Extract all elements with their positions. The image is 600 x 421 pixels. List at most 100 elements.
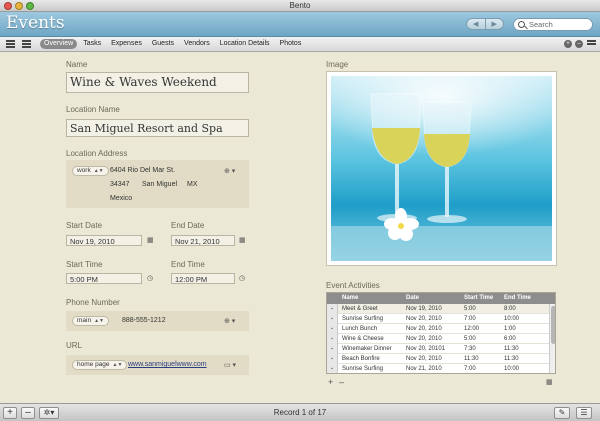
table-cell[interactable]: 11:30 bbox=[504, 346, 519, 352]
table-cell[interactable]: 7:30 bbox=[464, 346, 476, 352]
url-type-popup[interactable]: home page ▲▼ bbox=[72, 360, 128, 370]
table-cell[interactable]: Nov 20, 2010 bbox=[406, 356, 442, 362]
table-cell[interactable]: Nov 20, 20101 bbox=[406, 346, 445, 352]
add-form-icon[interactable]: + bbox=[564, 40, 572, 48]
table-cell[interactable]: 10:00 bbox=[504, 366, 519, 372]
table-cell[interactable]: Nov 21, 2010 bbox=[406, 366, 442, 372]
calendar-icon[interactable]: ▦ bbox=[239, 236, 246, 244]
edit-form-button[interactable]: ✎ bbox=[554, 407, 570, 419]
view-toggle-button[interactable]: ☰ bbox=[576, 407, 592, 419]
phone-options-icon[interactable]: ⊕ ▾ bbox=[224, 317, 235, 325]
table-cell[interactable]: 11:30 bbox=[464, 356, 479, 362]
table-cell[interactable]: Nov 19, 2010 bbox=[406, 306, 442, 312]
phone-type-label: main bbox=[77, 317, 92, 324]
table-cell[interactable]: Nov 20, 2010 bbox=[406, 316, 442, 322]
end-time-field[interactable]: 12:00 PM bbox=[171, 273, 235, 284]
record-counter: Record 1 of 17 bbox=[273, 408, 327, 417]
record-navigation: ◀ ▶ bbox=[466, 18, 504, 30]
start-date-label: Start Date bbox=[66, 221, 103, 230]
row-handle-icon[interactable]: ▪ bbox=[327, 304, 338, 314]
start-date-field[interactable]: Nov 19, 2010 bbox=[66, 235, 142, 246]
image-field[interactable] bbox=[326, 71, 557, 266]
table-cell[interactable]: Sunrise Surfing bbox=[342, 316, 383, 322]
table-row[interactable]: ▪ Meet & Greet Nov 19, 2010 5:00 8:00 bbox=[327, 304, 549, 314]
table-cell[interactable]: 1:00 bbox=[504, 326, 516, 332]
map-icon[interactable]: ⊕ ▾ bbox=[224, 167, 235, 175]
url-type-label: home page bbox=[77, 361, 110, 368]
table-cell[interactable]: 12:00 bbox=[464, 326, 479, 332]
form-options-icon[interactable] bbox=[587, 40, 596, 48]
clock-icon[interactable]: ◷ bbox=[147, 274, 153, 282]
end-date-field[interactable]: Nov 21, 2010 bbox=[171, 235, 235, 246]
table-cell[interactable]: 5:00 bbox=[464, 336, 476, 342]
table-cell[interactable]: 6:00 bbox=[504, 336, 516, 342]
address-zip: 34347 bbox=[110, 181, 130, 188]
table-options-icon[interactable]: ▦ bbox=[546, 378, 553, 386]
list-view-icon[interactable] bbox=[6, 40, 15, 48]
table-cell[interactable]: Lunch Bunch bbox=[342, 326, 377, 332]
tab-overview[interactable]: Overview bbox=[40, 39, 78, 49]
table-cell[interactable]: 7:00 bbox=[464, 316, 476, 322]
location-address-label: Location Address bbox=[66, 149, 128, 158]
previous-record-button[interactable]: ◀ bbox=[467, 19, 485, 29]
remove-row-icon[interactable]: – bbox=[339, 377, 344, 387]
table-cell[interactable]: 7:00 bbox=[464, 366, 476, 372]
tab-tasks[interactable]: Tasks bbox=[79, 39, 105, 49]
remove-form-icon[interactable]: – bbox=[575, 40, 583, 48]
url-options-icon[interactable]: ▭ ▾ bbox=[224, 361, 236, 369]
name-field[interactable]: Wine & Waves Weekend bbox=[66, 72, 249, 93]
event-activities-table[interactable]: Name Date Start Time End Time ▪ Meet & Gr… bbox=[326, 292, 556, 374]
address-type-popup[interactable]: work ▲▼ bbox=[72, 166, 109, 176]
table-cell[interactable]: Winemaker Dinner bbox=[342, 346, 392, 352]
column-header-start-time[interactable]: Start Time bbox=[464, 295, 493, 301]
table-cell[interactable]: 5:00 bbox=[464, 306, 476, 312]
table-cell[interactable]: 10:00 bbox=[504, 316, 519, 322]
table-cell[interactable]: Nov 20, 2010 bbox=[406, 336, 442, 342]
table-row[interactable]: ▪ Beach Bonfire Nov 20, 2010 11:30 11:30 bbox=[327, 354, 549, 364]
search-input[interactable]: Search bbox=[513, 18, 593, 31]
tab-location-details[interactable]: Location Details bbox=[216, 39, 274, 49]
row-handle-icon[interactable]: ▪ bbox=[327, 354, 338, 364]
calendar-icon[interactable]: ▦ bbox=[147, 236, 154, 244]
table-cell[interactable]: 8:00 bbox=[504, 306, 516, 312]
table-cell[interactable]: Meet & Greet bbox=[342, 306, 378, 312]
clock-icon[interactable]: ◷ bbox=[239, 274, 245, 282]
tab-guests[interactable]: Guests bbox=[148, 39, 178, 49]
table-view-icon[interactable] bbox=[22, 40, 31, 48]
table-cell[interactable]: Sunrise Surfing bbox=[342, 366, 383, 372]
table-scrollbar[interactable] bbox=[549, 304, 555, 373]
add-row-icon[interactable]: + bbox=[328, 377, 333, 387]
next-record-button[interactable]: ▶ bbox=[484, 19, 504, 29]
row-handle-icon[interactable]: ▪ bbox=[327, 364, 338, 373]
row-handle-icon[interactable]: ▪ bbox=[327, 314, 338, 324]
address-country: Mexico bbox=[110, 195, 133, 202]
table-row[interactable]: ▪ Sunrise Surfing Nov 20, 2010 7:00 10:00 bbox=[327, 314, 549, 324]
search-icon bbox=[518, 21, 525, 28]
address-state: MX bbox=[187, 181, 198, 188]
scrollbar-thumb[interactable] bbox=[551, 306, 555, 344]
url-label: URL bbox=[66, 341, 83, 350]
row-handle-icon[interactable]: ▪ bbox=[327, 324, 338, 334]
table-row[interactable]: ▪ Winemaker Dinner Nov 20, 20101 7:30 11:30 bbox=[327, 344, 549, 354]
tab-expenses[interactable]: Expenses bbox=[107, 39, 146, 49]
start-time-field[interactable]: 5:00 PM bbox=[66, 273, 142, 284]
form-tabs: Overview Tasks Expenses Guests Vendors Locati… bbox=[40, 39, 305, 49]
table-cell[interactable]: Beach Bonfire bbox=[342, 356, 380, 362]
table-cell[interactable]: Wine & Cheese bbox=[342, 336, 384, 342]
table-cell[interactable]: 11:30 bbox=[504, 356, 519, 362]
column-header-date[interactable]: Date bbox=[406, 295, 419, 301]
phone-type-popup[interactable]: main ▲▼ bbox=[72, 316, 109, 326]
table-row[interactable]: ▪ Sunrise Surfing Nov 21, 2010 7:00 10:00 bbox=[327, 364, 549, 373]
tab-vendors[interactable]: Vendors bbox=[180, 39, 214, 49]
table-row[interactable]: ▪ Wine & Cheese Nov 20, 2010 5:00 6:00 bbox=[327, 334, 549, 344]
row-handle-icon[interactable]: ▪ bbox=[327, 344, 338, 354]
column-header-name[interactable]: Name bbox=[342, 295, 358, 301]
form-tab-bar: Overview Tasks Expenses Guests Vendors Locati… bbox=[0, 37, 600, 52]
column-header-end-time[interactable]: End Time bbox=[504, 295, 531, 301]
row-handle-icon[interactable]: ▪ bbox=[327, 334, 338, 344]
url-link[interactable]: www.sanmiguelwww.com bbox=[128, 361, 207, 368]
location-name-field[interactable]: San Miguel Resort and Spa bbox=[66, 119, 249, 137]
table-cell[interactable]: Nov 20, 2010 bbox=[406, 326, 442, 332]
table-row[interactable]: ▪ Lunch Bunch Nov 20, 2010 12:00 1:00 bbox=[327, 324, 549, 334]
tab-photos[interactable]: Photos bbox=[276, 39, 306, 49]
